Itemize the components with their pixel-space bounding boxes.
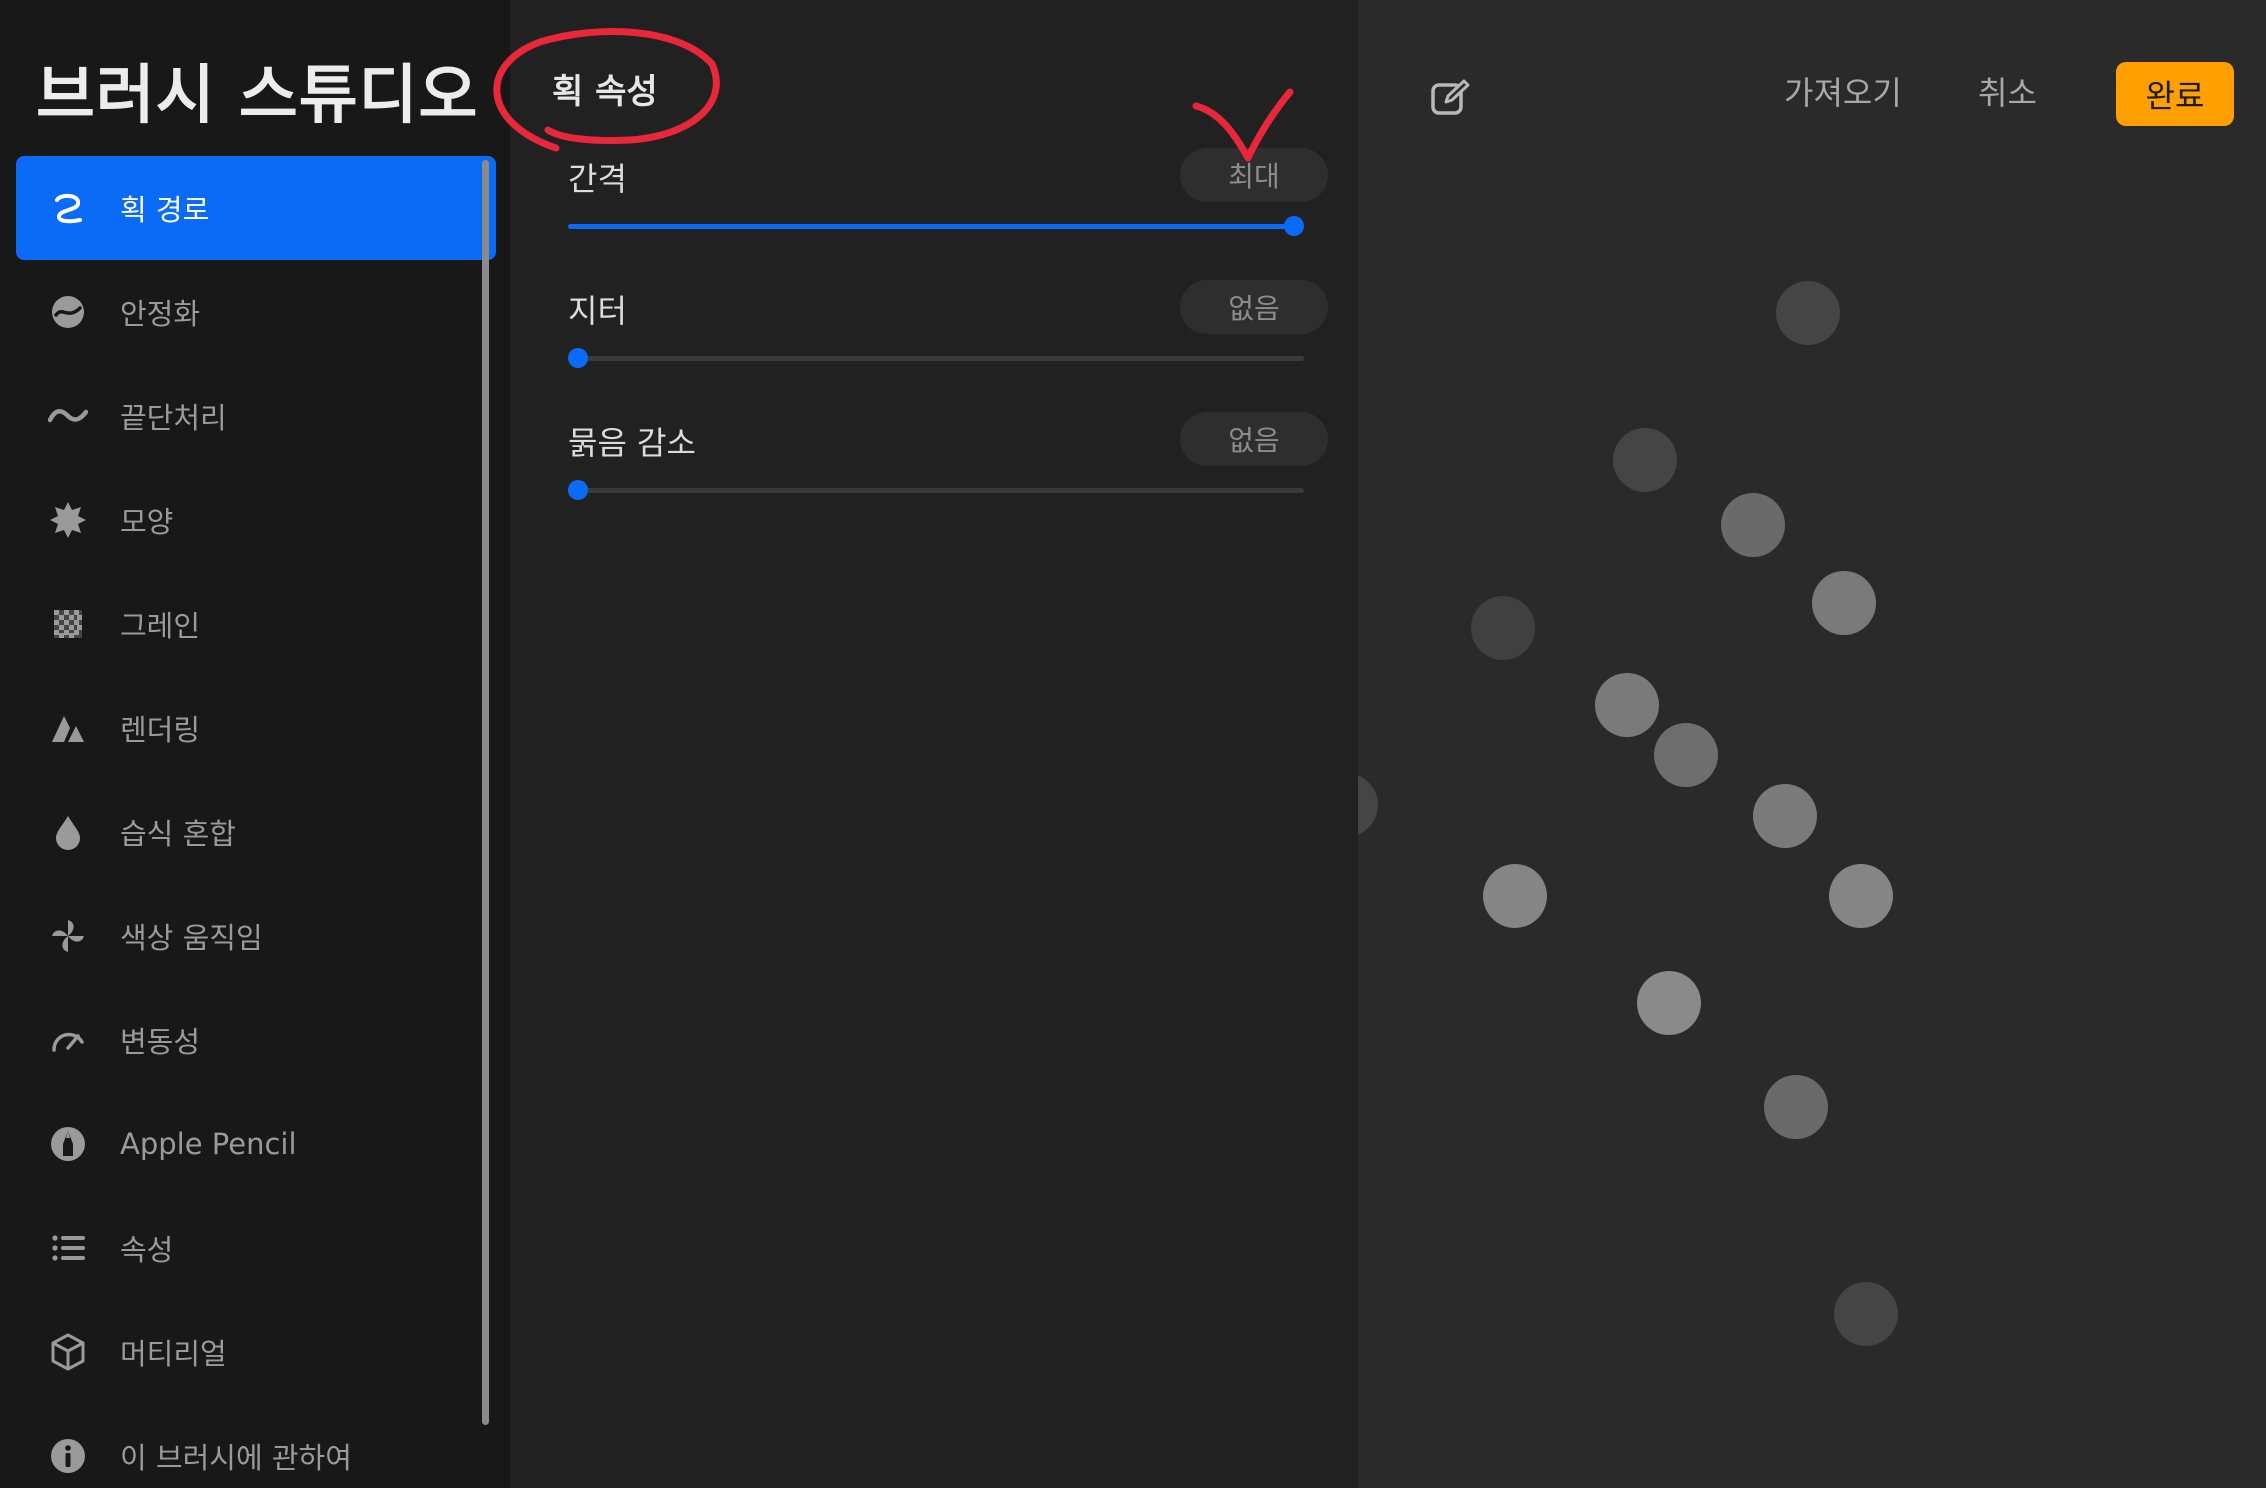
materials-icon xyxy=(46,1330,90,1374)
sidebar-item-label: 속성 xyxy=(120,1233,174,1267)
sidebar-item-label: 색상 움직임 xyxy=(120,921,263,955)
sidebar-item-grain[interactable]: 그레인 xyxy=(16,572,496,676)
spacing-slider[interactable] xyxy=(568,216,1304,236)
sidebar: 브러시 스튜디오 획 경로 안정화 끝단처리 모양 그레인 렌더링 습식 혼합 … xyxy=(0,0,510,1488)
stabilization-icon xyxy=(46,290,90,334)
sidebar-item-label: 안정화 xyxy=(120,297,201,331)
sidebar-item-label: 습식 혼합 xyxy=(120,817,236,851)
cancel-button[interactable]: 취소 xyxy=(1978,68,2037,114)
stroke-dot xyxy=(1595,673,1659,737)
stroke-dot xyxy=(1764,1075,1828,1139)
dynamics-icon xyxy=(46,1018,90,1062)
setting-label: 지터 xyxy=(568,292,627,330)
settings-panel: 획 속성 간격 최대 지터 없음 묽음 감소 없음 xyxy=(510,0,1358,1488)
stroke-dot xyxy=(1471,596,1535,660)
sidebar-item-dynamics[interactable]: 변동성 xyxy=(16,988,496,1092)
setting-falloff: 묽음 감소 없음 xyxy=(568,412,1328,522)
slider-fill xyxy=(568,224,1294,229)
jitter-slider[interactable] xyxy=(568,348,1304,368)
sidebar-item-label: 획 경로 xyxy=(120,193,210,227)
sidebar-item-label: 머티리얼 xyxy=(120,1337,227,1371)
stroke-dot xyxy=(1613,428,1677,492)
rendering-icon xyxy=(46,706,90,750)
stroke-dot xyxy=(1358,773,1378,837)
sidebar-item-shape[interactable]: 모양 xyxy=(16,468,496,572)
sidebar-item-label: 모양 xyxy=(120,505,174,539)
sidebar-item-color-dynamics[interactable]: 색상 움직임 xyxy=(16,884,496,988)
sidebar-item-label: 그레인 xyxy=(120,609,201,643)
done-button[interactable]: 완료 xyxy=(2116,62,2234,126)
nav-list: 획 경로 안정화 끝단처리 모양 그레인 렌더링 습식 혼합 색상 움직임 변동… xyxy=(0,156,496,1488)
stroke-dot xyxy=(1654,723,1718,787)
stroke-dot xyxy=(1829,864,1893,928)
falloff-slider[interactable] xyxy=(568,480,1304,500)
sidebar-scrollbar[interactable] xyxy=(482,160,489,1425)
sidebar-item-about-brush[interactable]: 이 브러시에 관하여 xyxy=(16,1404,496,1488)
color-dynamics-icon xyxy=(46,914,90,958)
sidebar-item-label: 이 브러시에 관하여 xyxy=(120,1441,352,1475)
wet-mix-icon xyxy=(46,810,90,854)
setting-label: 묽음 감소 xyxy=(568,424,696,462)
value-pill[interactable]: 최대 xyxy=(1180,148,1328,202)
brush-preview-canvas[interactable]: 가져오기 취소 완료 xyxy=(1358,0,2266,1488)
grain-icon xyxy=(46,602,90,646)
value-pill[interactable]: 없음 xyxy=(1180,280,1328,334)
stroke-dot xyxy=(1637,971,1701,1035)
studio-title: 브러시 스튜디오 xyxy=(36,59,479,133)
setting-spacing: 간격 최대 xyxy=(568,148,1328,258)
setting-label: 간격 xyxy=(568,160,627,198)
stroke-dot xyxy=(1776,281,1840,345)
sidebar-item-label: 변동성 xyxy=(120,1025,201,1059)
stroke-path-icon xyxy=(46,186,90,230)
edit-icon[interactable] xyxy=(1428,76,1472,120)
sidebar-item-label: 끝단처리 xyxy=(120,401,227,435)
setting-jitter: 지터 없음 xyxy=(568,280,1328,390)
sidebar-item-label: Apple Pencil xyxy=(120,1127,297,1161)
import-button[interactable]: 가져오기 xyxy=(1784,68,1902,114)
value-pill[interactable]: 없음 xyxy=(1180,412,1328,466)
sidebar-item-stroke-path[interactable]: 획 경로 xyxy=(16,156,496,260)
slider-knob[interactable] xyxy=(568,348,588,368)
stroke-dot xyxy=(1721,493,1785,557)
stroke-dot xyxy=(1753,784,1817,848)
sidebar-item-rendering[interactable]: 렌더링 xyxy=(16,676,496,780)
sidebar-item-label: 렌더링 xyxy=(120,713,201,747)
sidebar-item-wet-mix[interactable]: 습식 혼합 xyxy=(16,780,496,884)
sidebar-item-apple-pencil[interactable]: Apple Pencil xyxy=(16,1092,496,1196)
info-icon xyxy=(46,1434,90,1478)
sidebar-item-taper[interactable]: 끝단처리 xyxy=(16,364,496,468)
properties-icon xyxy=(46,1226,90,1270)
sidebar-item-stabilization[interactable]: 안정화 xyxy=(16,260,496,364)
apple-pencil-icon xyxy=(46,1122,90,1166)
shape-icon xyxy=(46,498,90,542)
slider-knob[interactable] xyxy=(568,480,588,500)
stroke-dot xyxy=(1834,1282,1898,1346)
taper-icon xyxy=(46,394,90,438)
stroke-dot xyxy=(1483,864,1547,928)
slider-knob[interactable] xyxy=(1284,216,1304,236)
sidebar-item-materials[interactable]: 머티리얼 xyxy=(16,1300,496,1404)
stroke-dot xyxy=(1812,571,1876,635)
panel-title: 획 속성 xyxy=(552,72,658,112)
sidebar-item-properties[interactable]: 속성 xyxy=(16,1196,496,1300)
